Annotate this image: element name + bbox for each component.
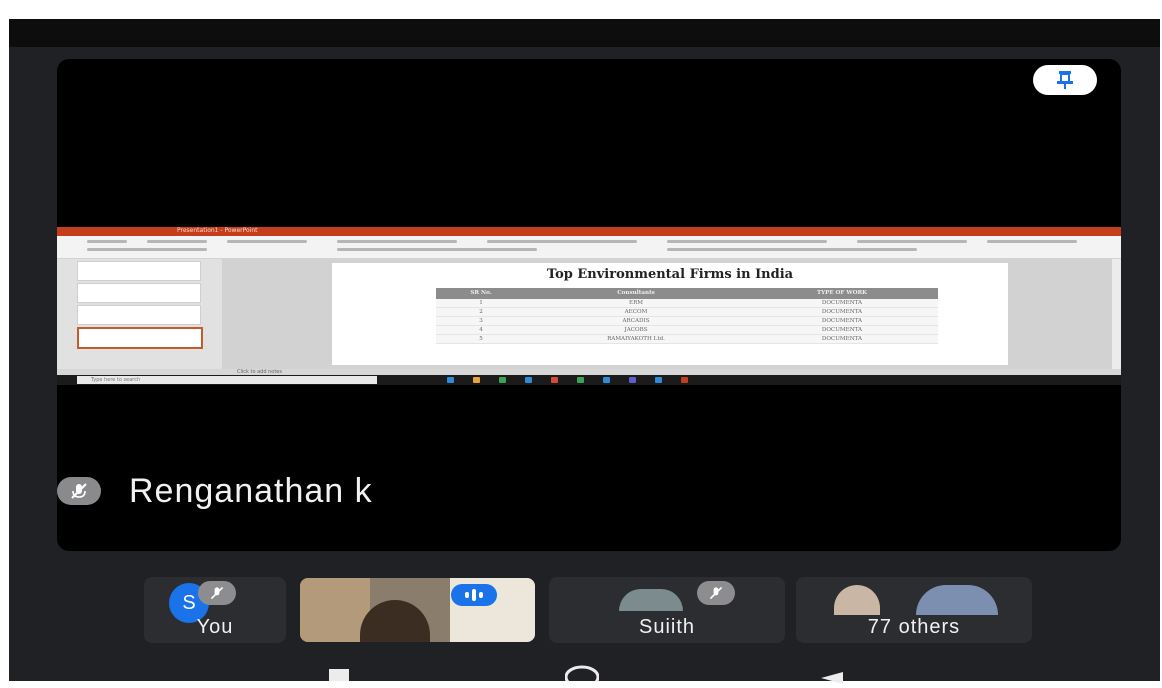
- slide-table: SR No. Consultants TYPE OF WORK 1 ERM DO…: [436, 288, 938, 344]
- top-bar: [9, 19, 1160, 47]
- shared-screen: Presentation1 - PowerPoint Top Environme…: [57, 227, 1121, 385]
- avatar: [619, 589, 683, 611]
- table-header: SR No.: [436, 288, 527, 299]
- slide-thumbnail-selected[interactable]: [77, 327, 203, 349]
- current-slide: Top Environmental Firms in India SR No. …: [332, 263, 1008, 365]
- slide-thumbnails: [57, 259, 222, 369]
- table-cell: DOCUMENTA: [745, 316, 938, 326]
- presenter-name: Renganathan k: [129, 471, 373, 510]
- avatar: [834, 585, 880, 615]
- taskbar-search: Type here to search: [77, 376, 377, 384]
- slide-thumbnail[interactable]: [77, 261, 201, 281]
- nav-square-icon[interactable]: [329, 669, 349, 681]
- participant-name: Suiith: [638, 616, 696, 638]
- table-row: 5 RAMAIYAKOTH Ltd. DOCUMENTA: [436, 334, 938, 344]
- ppt-ribbon: [57, 236, 1121, 259]
- table-header: TYPE OF WORK: [745, 288, 938, 299]
- table-cell: DOCUMENTA: [745, 299, 938, 308]
- mic-off-icon: [198, 581, 236, 605]
- ppt-window-title: Presentation1 - PowerPoint: [177, 227, 258, 234]
- table-cell: 4: [436, 325, 527, 335]
- table-cell: DOCUMENTA: [745, 307, 938, 317]
- table-cell: 1: [436, 299, 527, 308]
- table-cell: AECOM: [526, 307, 746, 317]
- table-cell: ARCADIS: [526, 316, 746, 326]
- participant-name: You: [196, 616, 234, 638]
- participant-video-tile[interactable]: [300, 578, 535, 642]
- table-cell: 3: [436, 316, 527, 326]
- table-row: 4 JACOBS DOCUMENTA: [436, 325, 938, 335]
- nav-back-icon[interactable]: [821, 669, 843, 684]
- table-header: Consultants: [526, 288, 746, 299]
- participant-name: 77 others: [867, 616, 961, 638]
- speaking-indicator-icon: [451, 584, 497, 606]
- nav-home-icon[interactable]: [564, 665, 600, 688]
- table-cell: DOCUMENTA: [745, 325, 938, 335]
- participant-tile-others[interactable]: 77 others: [796, 577, 1032, 643]
- table-row: 3 ARCADIS DOCUMENTA: [436, 316, 938, 326]
- meet-app: Presentation1 - PowerPoint Top Environme…: [9, 19, 1160, 688]
- table-cell: 5: [436, 334, 527, 344]
- slide-canvas: Top Environmental Firms in India SR No. …: [222, 259, 1112, 369]
- participant-tile-suiith[interactable]: Suiith: [549, 577, 785, 643]
- mic-off-icon: [697, 581, 735, 605]
- table-row: 1 ERM DOCUMENTA: [436, 299, 938, 308]
- table-cell: ERM: [526, 299, 746, 308]
- participant-tile-you[interactable]: S You: [144, 577, 286, 643]
- slide-thumbnail[interactable]: [77, 305, 201, 325]
- pin-icon: [1057, 71, 1073, 89]
- table-cell: 2: [436, 307, 527, 317]
- avatar: [916, 585, 998, 615]
- windows-taskbar: Type here to search: [57, 375, 1121, 385]
- table-cell: JACOBS: [526, 325, 746, 335]
- table-cell: RAMAIYAKOTH Ltd.: [526, 334, 746, 344]
- mic-off-icon: [57, 477, 101, 505]
- ppt-titlebar: Presentation1 - PowerPoint: [57, 227, 1121, 236]
- pin-button[interactable]: [1033, 65, 1097, 95]
- slide-thumbnail[interactable]: [77, 283, 201, 303]
- slide-title: Top Environmental Firms in India: [546, 267, 794, 282]
- table-row: 2 AECOM DOCUMENTA: [436, 307, 938, 317]
- table-cell: DOCUMENTA: [745, 334, 938, 344]
- presenter-name-row: Renganathan k: [57, 471, 373, 511]
